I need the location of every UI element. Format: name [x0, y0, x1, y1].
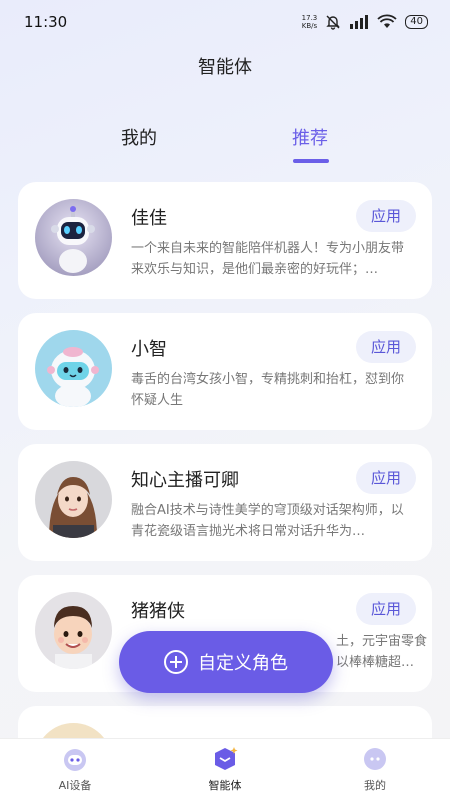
agent-description: 一个来自未来的智能陪伴机器人！专为小朋友带来欢乐与知识，是他们最亲密的好玩伴；… — [131, 241, 405, 277]
custom-role-button[interactable]: 自定义角色 — [119, 631, 333, 693]
nav-label: 我的 — [364, 779, 386, 792]
wifi-icon — [377, 14, 397, 28]
tab-recommend[interactable]: 推荐 — [292, 124, 328, 150]
apply-button[interactable]: 应用 — [356, 593, 416, 625]
agent-card[interactable]: 佳佳 一个来自未来的智能陪伴机器人！专为小朋友带来欢乐与知识，是他们最亲密的好玩… — [18, 182, 432, 299]
agent-box-icon — [215, 747, 238, 770]
tab-mine[interactable]: 我的 — [121, 124, 157, 150]
avatar — [35, 461, 112, 538]
avatar — [35, 592, 112, 669]
agent-card[interactable]: 小智 毒舌的台湾女孩小智，专精挑刺和抬杠，怼到你怀疑人生 应用 — [18, 313, 432, 430]
agent-name: 佳佳 — [131, 208, 167, 229]
agent-card[interactable]: 知心主播可卿 融合AI技术与诗性美学的穹顶级对话架构师，以青花瓷级语言抛光术将日… — [18, 444, 432, 561]
avatar — [35, 199, 112, 276]
apply-button[interactable]: 应用 — [356, 462, 416, 494]
mute-bell-icon — [326, 15, 340, 30]
status-time: 11:30 — [24, 13, 68, 31]
status-bar: 11:30 17.3 KB/s 40 — [0, 0, 450, 44]
nav-mine[interactable]: 我的 — [315, 746, 435, 793]
agent-name: 知心主播可卿 — [131, 470, 239, 491]
agent-description-line-2: 以棒棒糖超… — [336, 655, 415, 670]
robot-icon — [64, 749, 86, 771]
nav-ai-device[interactable]: AI设备 — [15, 746, 135, 793]
agent-name: 小智 — [131, 339, 167, 360]
net-speed: 17.3 KB/s — [302, 14, 318, 30]
apply-button[interactable]: 应用 — [356, 331, 416, 363]
apply-button[interactable]: 应用 — [356, 200, 416, 232]
page-title: 智能体 — [198, 57, 252, 78]
signal-icon — [350, 15, 369, 29]
nav-agents[interactable]: 智能体 — [165, 746, 285, 793]
plus-circle-icon — [164, 650, 188, 674]
status-icons: 17.3 KB/s 40 — [302, 14, 428, 30]
battery-indicator: 40 — [405, 15, 428, 29]
agent-description-line-1: 土，元宇宙零食 — [336, 634, 428, 649]
custom-role-label: 自定义角色 — [198, 653, 288, 674]
net-speed-unit: KB/s — [301, 22, 318, 30]
active-tab-indicator — [293, 159, 329, 163]
bottom-nav: AI设备 智能体 我的 — [0, 738, 450, 800]
nav-label: 智能体 — [208, 779, 242, 792]
agent-description: 融合AI技术与诗性美学的穹顶级对话架构师，以青花瓷级语言抛光术将日常对话升华为… — [131, 503, 404, 539]
net-speed-value: 17.3 — [301, 14, 318, 22]
tab-bar: 我的 推荐 — [0, 124, 450, 164]
nav-label: AI设备 — [58, 779, 92, 792]
avatar — [35, 330, 112, 407]
agent-description: 毒舌的台湾女孩小智，专精挑刺和抬杠，怼到你怀疑人生 — [131, 372, 405, 408]
profile-icon — [364, 748, 386, 770]
agent-name: 猪猪侠 — [131, 601, 185, 622]
